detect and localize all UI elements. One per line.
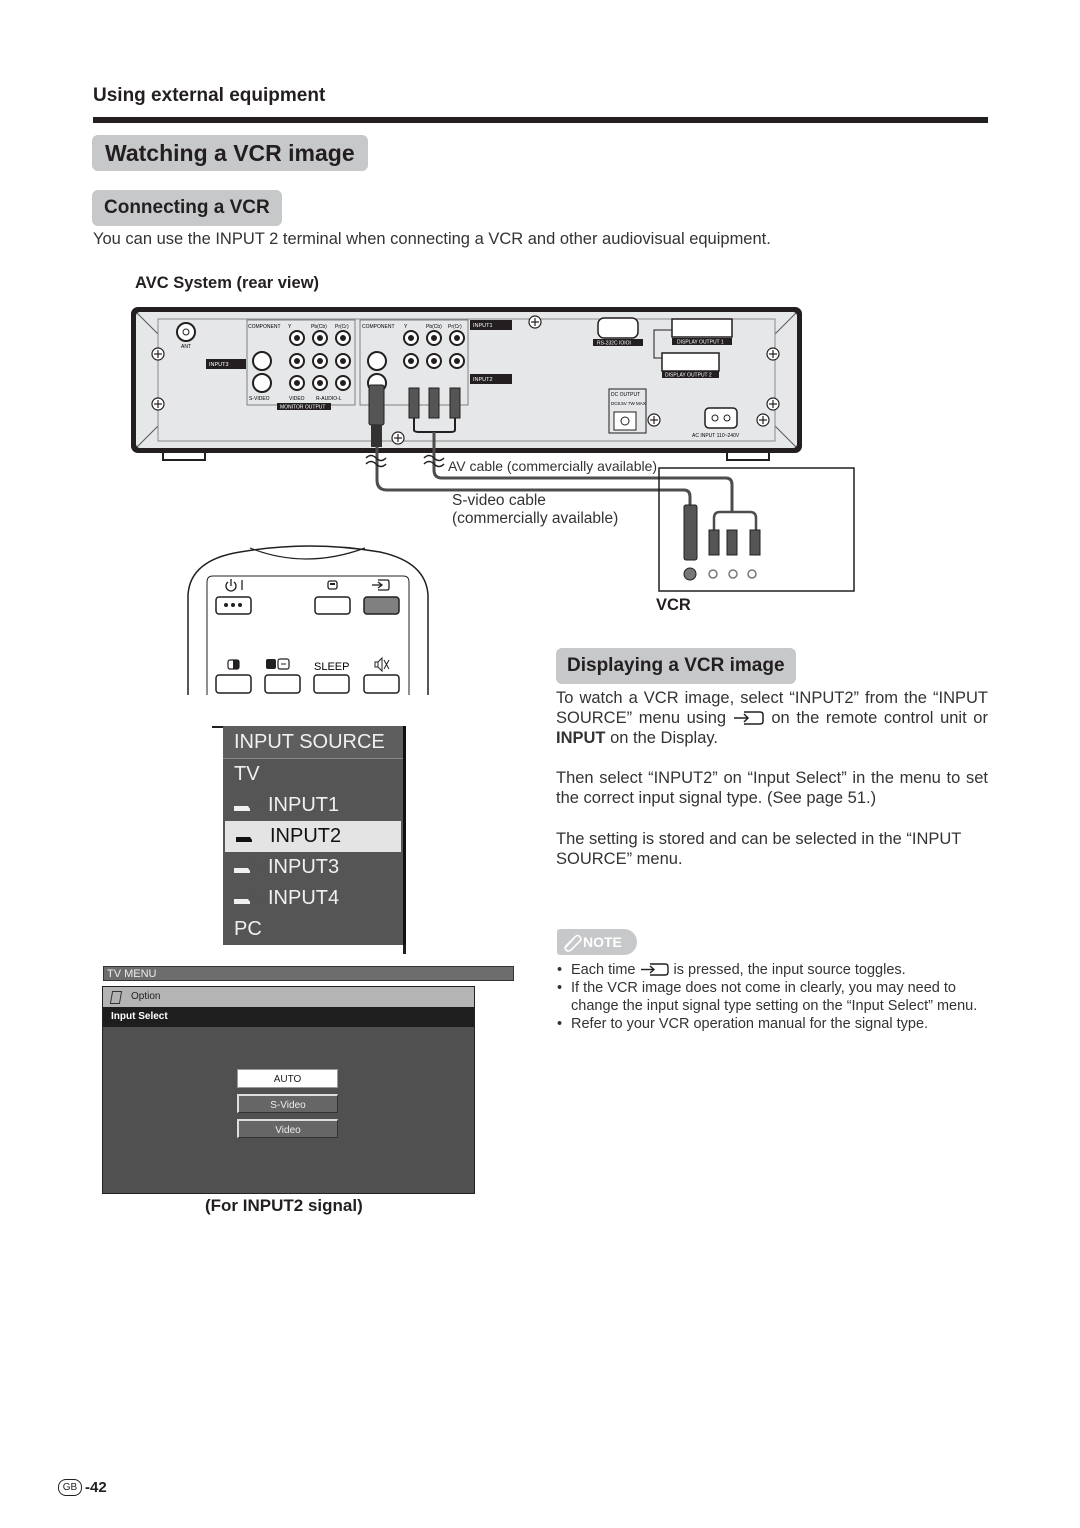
- contrast-icon: [227, 659, 240, 670]
- svg-text:DC OUTPUT: DC OUTPUT: [611, 392, 640, 398]
- svg-text:R-AUDIO-L: R-AUDIO-L: [316, 396, 342, 402]
- menu-item-input2[interactable]: 2 INPUT2: [225, 821, 401, 852]
- video-button[interactable]: Video: [237, 1119, 338, 1138]
- svideo-cable-label-2: (commercially available): [452, 510, 619, 527]
- page-number: GB -42: [58, 1479, 107, 1496]
- ant-label: ANT: [181, 344, 191, 350]
- svg-text:Pr(Cr): Pr(Cr): [335, 324, 349, 330]
- contrast-button[interactable]: [215, 674, 252, 694]
- svg-text:INPUT3: INPUT3: [209, 362, 229, 368]
- option-icon: [109, 990, 123, 1004]
- menu-item-input4[interactable]: 4 INPUT4: [223, 883, 403, 914]
- power-icon: [225, 579, 243, 592]
- display-icon: [327, 580, 338, 590]
- svg-text:Pb(Cb): Pb(Cb): [426, 324, 442, 330]
- sleep-label: SLEEP: [314, 661, 349, 673]
- input-source-title: INPUT SOURCE: [223, 726, 403, 759]
- remote-control: SLEEP: [187, 545, 429, 695]
- svg-text:DC8.5V 7W MAX: DC8.5V 7W MAX: [611, 401, 646, 406]
- svg-text:VIDEO: VIDEO: [289, 396, 305, 402]
- menu-item-input1[interactable]: 1 INPUT1: [223, 790, 403, 821]
- input-terminal-icon: 3: [234, 860, 260, 874]
- svg-text:RS-232C IOIOI: RS-232C IOIOI: [597, 341, 631, 347]
- rear-panel-diagram: ANT COMPONENT Y Pb(Cb) Pr(Cr) COMPONENT …: [131, 307, 855, 592]
- input-terminal-icon: 4: [234, 891, 260, 905]
- svg-text:AC INPUT 110~240V: AC INPUT 110~240V: [692, 433, 740, 439]
- menu-item-tv[interactable]: TV: [223, 759, 403, 790]
- auto-button[interactable]: AUTO: [237, 1069, 338, 1088]
- power-button[interactable]: [215, 596, 252, 615]
- note-item: Refer to your VCR operation manual for t…: [556, 1015, 990, 1033]
- svg-text:Pr(Cr): Pr(Cr): [448, 324, 462, 330]
- region-badge: GB: [58, 1479, 82, 1496]
- svg-text:COMPONENT: COMPONENT: [248, 324, 281, 330]
- svg-text:INPUT1: INPUT1: [473, 323, 493, 329]
- menu-item-pc[interactable]: PC: [223, 914, 403, 945]
- note-badge: NOTE: [557, 929, 637, 955]
- displaying-paragraph-2: Then select “INPUT2” on “Input Select” i…: [556, 769, 988, 807]
- input-icon: [733, 711, 764, 725]
- displaying-paragraph-1: To watch a VCR image, select “INPUT2” fr…: [556, 689, 988, 747]
- svideo-cable-label-1: S-video cable: [452, 492, 546, 509]
- menu-item-input3[interactable]: 3 INPUT3: [223, 852, 403, 883]
- svg-text:MONITOR OUTPUT: MONITOR OUTPUT: [280, 405, 325, 411]
- input-select-row[interactable]: Input Select: [103, 1007, 474, 1027]
- displaying-heading: Displaying a VCR image: [556, 648, 796, 684]
- vcr-label: VCR: [656, 596, 691, 614]
- mute-button[interactable]: [363, 674, 400, 694]
- display-button[interactable]: [314, 596, 351, 615]
- paperclip-icon: [564, 934, 582, 952]
- svg-text:S-VIDEO: S-VIDEO: [249, 396, 270, 402]
- input-terminal-icon: 2: [236, 829, 262, 843]
- svg-text:COMPONENT: COMPONENT: [362, 324, 395, 330]
- input-icon: [372, 579, 390, 591]
- svg-text:Pb(Cb): Pb(Cb): [311, 324, 327, 330]
- wide-icon: [266, 658, 290, 670]
- tv-menu-caption: (For INPUT2 signal): [205, 1196, 363, 1215]
- input-terminal-icon: 1: [234, 798, 260, 812]
- input-source-menu: INPUT SOURCE TV 1 INPUT1 2 INPUT2 3 INPU…: [223, 726, 406, 945]
- s-video-button[interactable]: S-Video: [237, 1094, 338, 1113]
- svg-text:INPUT2: INPUT2: [473, 377, 493, 383]
- displaying-paragraph-3: The setting is stored and can be selecte…: [556, 830, 962, 868]
- mute-icon: [374, 656, 390, 673]
- option-row[interactable]: Option: [103, 987, 474, 1007]
- sleep-button[interactable]: [313, 674, 350, 694]
- av-cable-label: AV cable (commercially available): [448, 458, 658, 474]
- input-icon: [640, 963, 669, 976]
- svg-text:DISPLAY OUTPUT 2: DISPLAY OUTPUT 2: [665, 373, 712, 379]
- tv-menu-panel: Option Input Select AUTO S-Video Video: [102, 986, 475, 1194]
- input-button[interactable]: [363, 596, 400, 615]
- tv-menu-bar: TV MENU: [103, 966, 514, 981]
- svg-text:DISPLAY OUTPUT 1: DISPLAY OUTPUT 1: [677, 340, 724, 346]
- note-list: Each time is pressed, the input source t…: [556, 961, 990, 1033]
- note-item: Each time is pressed, the input source t…: [556, 961, 990, 979]
- note-item: If the VCR image does not come in clearl…: [556, 979, 990, 1015]
- wide-button[interactable]: [264, 674, 301, 694]
